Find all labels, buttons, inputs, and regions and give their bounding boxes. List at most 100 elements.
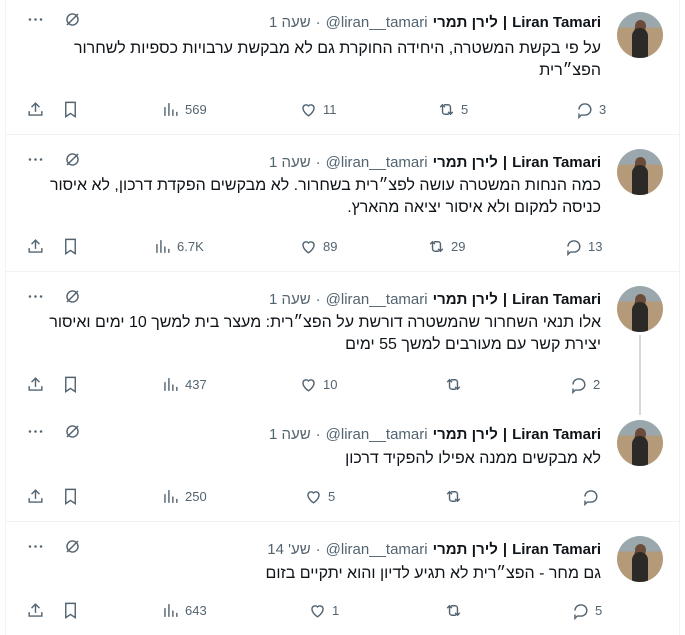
tweet[interactable]: שעה 1 · @liran__tamari לירן תמרי | Liran… [6, 272, 679, 406]
repost-icon [446, 604, 461, 616]
bookmark-icon[interactable] [61, 599, 80, 621]
reply-icon [578, 102, 592, 119]
share-icon[interactable] [26, 373, 45, 395]
grok-icon[interactable] [63, 537, 82, 561]
tweet[interactable]: שעה 1 · @liran__tamari לירן תמרי | Liran… [6, 406, 679, 522]
reply-count: 2 [593, 376, 601, 392]
reply-button[interactable]: 2 [569, 373, 600, 395]
avatar[interactable] [617, 12, 663, 58]
tweet-text: לא מבקשים ממנה אפילו להפקיד דרכון [345, 450, 601, 467]
share-icon[interactable] [26, 599, 45, 621]
display-name[interactable]: Liran Tamari [512, 291, 601, 308]
bookmark-icon[interactable] [61, 485, 80, 507]
display-name[interactable]: Liran Tamari [512, 14, 601, 31]
avatar[interactable] [617, 149, 663, 195]
tweet-text: גם מחר - הפצ״רית לא תגיע לדיון והוא יתקי… [265, 565, 601, 582]
reply-count: 5 [595, 602, 603, 618]
grok-icon[interactable] [63, 150, 82, 174]
like-button[interactable]: 11 [299, 98, 337, 120]
name-bar: | [502, 153, 508, 171]
dot-separator: · [315, 290, 321, 308]
like-button[interactable]: 5 [304, 485, 335, 507]
hebrew-name[interactable]: לירן תמרי [433, 291, 498, 308]
like-count: 10 [323, 376, 338, 392]
repost-icon [446, 378, 461, 390]
user-handle[interactable]: @liran__tamari [326, 541, 428, 558]
name-bar: | [502, 13, 508, 31]
tweet[interactable]: שעה 1 · @liran__tamari לירן תמרי | Liran… [6, 0, 679, 135]
like-count: 1 [332, 602, 340, 618]
like-icon [302, 378, 315, 392]
user-handle[interactable]: @liran__tamari [326, 14, 428, 31]
like-count: 89 [323, 238, 338, 254]
avatar[interactable] [617, 420, 663, 466]
reply-button[interactable]: 13 [564, 235, 602, 257]
user-handle[interactable]: @liran__tamari [326, 154, 428, 171]
dot-separator: · [315, 540, 321, 558]
hebrew-name[interactable]: לירן תמרי [433, 426, 498, 443]
tweet-time[interactable]: שעה 1 [269, 154, 311, 171]
dot-separator: · [315, 13, 321, 31]
hebrew-name[interactable]: לירן תמרי [433, 14, 498, 31]
like-button[interactable]: 1 [308, 599, 339, 621]
grok-icon[interactable] [63, 287, 82, 311]
repost-count: 5 [461, 101, 469, 117]
share-icon[interactable] [26, 98, 45, 120]
like-icon [311, 604, 324, 618]
like-button[interactable]: 10 [299, 373, 337, 395]
tweet-time[interactable]: שעה 1 [269, 291, 311, 308]
grok-icon[interactable] [63, 10, 82, 34]
grok-icon[interactable] [63, 422, 82, 446]
hebrew-name[interactable]: לירן תמרי [433, 541, 498, 558]
more-icon[interactable] [26, 10, 45, 34]
hebrew-name[interactable]: לירן תמרי [433, 154, 498, 171]
reply-button[interactable] [581, 485, 605, 507]
share-icon[interactable] [26, 235, 45, 257]
tweet[interactable]: שע' 14 · @liran__tamari לירן תמרי | Lira… [6, 522, 679, 635]
reply-button[interactable]: 3 [575, 98, 606, 120]
tweet-time[interactable]: שע' 14 [267, 541, 310, 558]
user-handle[interactable]: @liran__tamari [326, 426, 428, 443]
repost-button[interactable] [444, 485, 468, 507]
tweet-text: אלו תנאי השחרור שהמשטרה דורשת על הפצ״רית… [49, 314, 601, 353]
more-icon[interactable] [26, 287, 45, 311]
display-name[interactable]: Liran Tamari [512, 426, 601, 443]
bookmark-icon[interactable] [61, 98, 80, 120]
views-button[interactable]: 643 [161, 599, 207, 621]
views-button[interactable]: 6.7K [153, 235, 204, 257]
like-icon [307, 490, 320, 504]
tweet-time[interactable]: שעה 1 [269, 14, 311, 31]
views-button[interactable]: 569 [161, 98, 207, 120]
tweet[interactable]: שעה 1 · @liran__tamari לירן תמרי | Liran… [6, 135, 679, 272]
repost-button[interactable] [444, 599, 468, 621]
views-icon [156, 239, 170, 253]
reply-icon [572, 377, 586, 394]
views-button[interactable]: 250 [161, 485, 207, 507]
repost-button[interactable]: 29 [427, 235, 465, 257]
views-icon [164, 603, 178, 617]
user-handle[interactable]: @liran__tamari [326, 291, 428, 308]
more-icon[interactable] [26, 422, 45, 446]
repost-icon [446, 490, 461, 502]
views-count: 437 [185, 376, 207, 392]
more-icon[interactable] [26, 537, 45, 561]
repost-button[interactable]: 5 [437, 98, 468, 120]
more-icon[interactable] [26, 150, 45, 174]
reply-button[interactable]: 5 [571, 599, 602, 621]
reply-icon [574, 603, 588, 620]
views-button[interactable]: 437 [161, 373, 207, 395]
like-icon [302, 103, 315, 117]
like-button[interactable]: 89 [299, 235, 337, 257]
bookmark-icon[interactable] [61, 235, 80, 257]
name-bar: | [502, 425, 508, 443]
bookmark-icon[interactable] [61, 373, 80, 395]
tweet-time[interactable]: שעה 1 [269, 426, 311, 443]
dot-separator: · [315, 425, 321, 443]
avatar[interactable] [617, 536, 663, 582]
display-name[interactable]: Liran Tamari [512, 541, 601, 558]
like-count: 5 [328, 488, 336, 504]
repost-button[interactable] [444, 373, 468, 395]
avatar[interactable] [617, 286, 663, 332]
display-name[interactable]: Liran Tamari [512, 154, 601, 171]
share-icon[interactable] [26, 485, 45, 507]
